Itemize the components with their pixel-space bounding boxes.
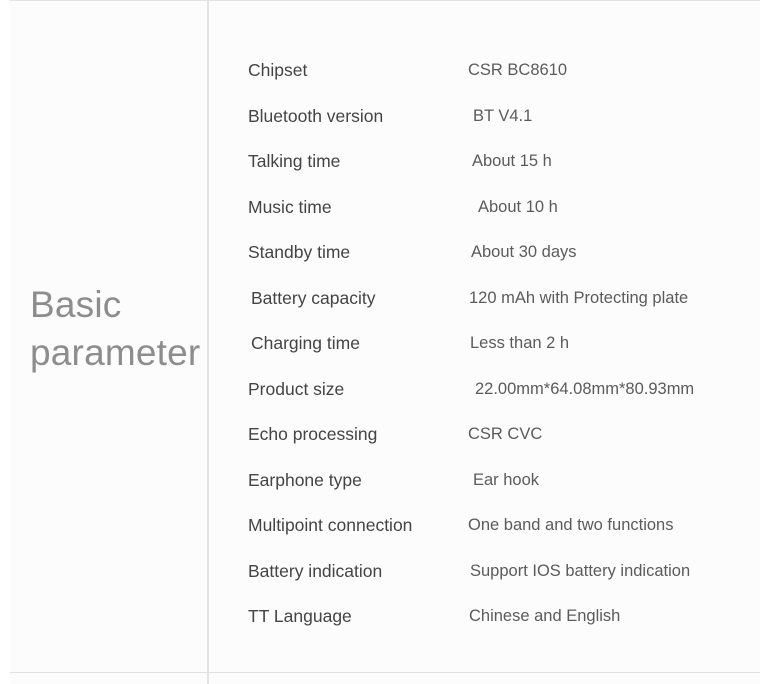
- spec-label: Battery indication: [248, 560, 383, 581]
- spec-value: One band and two functions: [468, 516, 674, 534]
- spec-label: Echo processing: [248, 424, 378, 444]
- spec-label: TT Language: [248, 606, 352, 626]
- spec-label: Earphone type: [248, 469, 362, 490]
- spec-value: 22.00mm*64.08mm*80.93mm: [475, 379, 695, 398]
- spec-value: Less than 2 h: [470, 334, 570, 352]
- spec-value: Ear hook: [473, 470, 540, 489]
- spec-value: Support IOS battery indication: [470, 561, 691, 580]
- spec-row: Bluetooth version BT V4.1: [207, 102, 760, 130]
- spec-row: Battery indication Support IOS battery in…: [207, 557, 760, 585]
- spec-value: 120 mAh with Protecting plate: [469, 288, 689, 307]
- spec-label: Music time: [248, 196, 332, 217]
- spec-label: Talking time: [248, 151, 341, 171]
- spec-value: About 10 h: [478, 197, 558, 216]
- spec-row: Battery capacity 120 mAh with Protecting …: [207, 284, 760, 312]
- spec-value: BT V4.1: [473, 106, 533, 125]
- spec-label: Charging time: [251, 333, 360, 353]
- spec-label: Product size: [248, 378, 345, 399]
- spec-label: Standby time: [248, 242, 351, 262]
- spec-row: Multipoint connection One band and two fu…: [207, 511, 760, 539]
- heading-column: Basic parameter: [0, 0, 207, 684]
- spec-label: Multipoint connection: [248, 515, 413, 535]
- spec-value: CSR CVC: [468, 425, 543, 443]
- spec-row: Charging time Less than 2 h: [207, 329, 760, 357]
- page-title: Basic parameter: [30, 284, 201, 373]
- spec-value: Chinese and English: [469, 607, 621, 625]
- spec-table: Chipset CSR BC8610 Bluetooth version BT V4.…: [207, 0, 760, 684]
- spec-row: Product size 22.00mm*64.08mm*80.93mm: [207, 375, 760, 403]
- basic-parameter-panel: Basic parameter Chipset CSR BC8610 Bluetoo…: [0, 0, 760, 684]
- spec-row: Earphone type Ear hook: [207, 466, 760, 494]
- spec-row: Music time About 10 h: [207, 193, 760, 221]
- spec-value: About 15 h: [472, 152, 552, 170]
- spec-row: Talking time About 15 h: [207, 147, 760, 175]
- spec-label: Chipset: [248, 60, 308, 80]
- spec-row: TT Language Chinese and English: [207, 602, 760, 630]
- spec-value: About 30 days: [471, 243, 577, 261]
- spec-row: Standby time About 30 days: [207, 238, 760, 266]
- spec-label: Battery capacity: [251, 287, 376, 308]
- spec-value: CSR BC8610: [468, 61, 568, 79]
- spec-row: Echo processing CSR CVC: [207, 420, 760, 448]
- spec-row: Chipset CSR BC8610: [207, 56, 760, 84]
- spec-label: Bluetooth version: [248, 105, 384, 126]
